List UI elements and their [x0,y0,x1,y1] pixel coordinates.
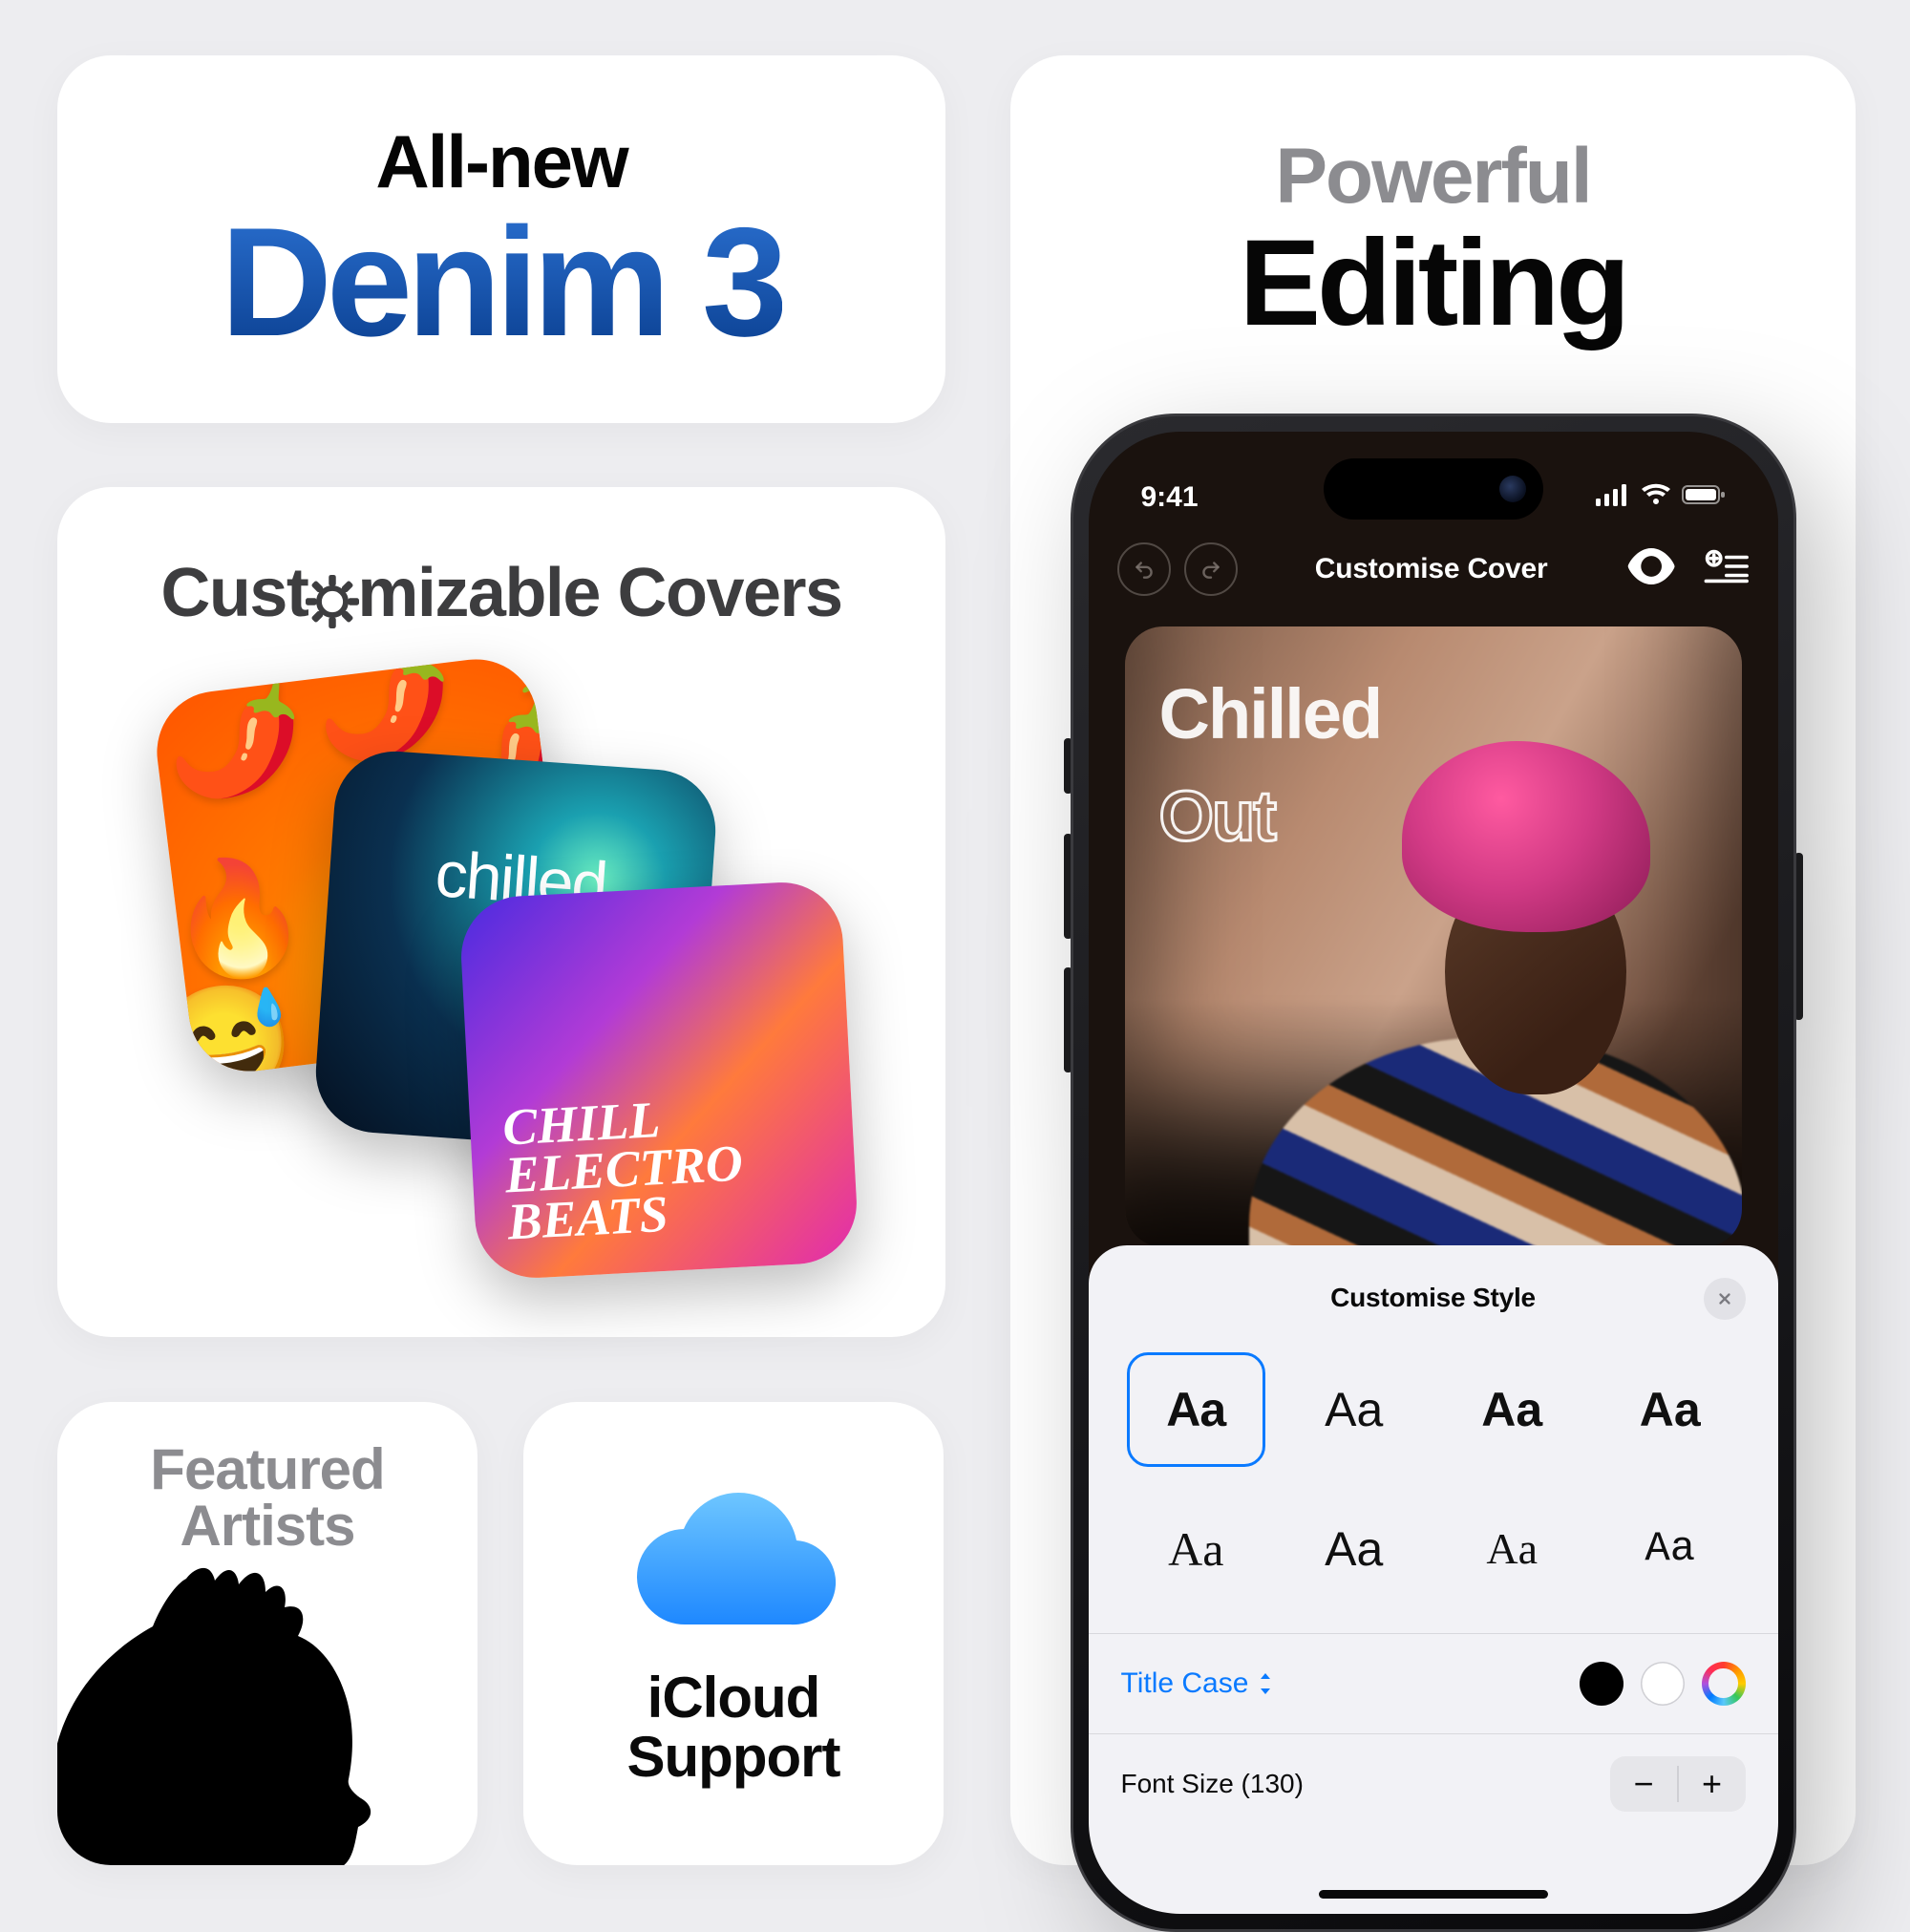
sheet-title: Customise Style [1330,1283,1536,1313]
font-option-4[interactable]: Aa [1601,1352,1740,1467]
preview-button[interactable] [1625,548,1677,589]
editor-nav-bar: Customise Cover [1089,531,1778,607]
case-label: Title Case [1121,1667,1249,1700]
phone-screen: 9:41 [1089,432,1778,1914]
editor-title: Customise Cover [1251,553,1612,585]
featured-artists-heading: Featured Artists [57,1442,478,1555]
undo-button[interactable] [1117,542,1171,596]
hero-card: All-new Denim 3 [57,55,945,423]
cover-thumbnail-3: CHILL ELECTRO BEATS [458,880,860,1281]
font-option-3[interactable]: Aa [1443,1352,1582,1467]
font-option-5[interactable]: Aa [1127,1492,1266,1606]
cover-preview[interactable]: Chilled Out [1125,626,1742,1247]
icloud-heading: iCloud Support [627,1668,840,1785]
font-option-6[interactable]: Aa [1284,1492,1424,1606]
add-layer-button[interactable] [1704,548,1750,589]
editing-card: Powerful Editing 9:41 [1010,55,1856,1865]
font-grid: Aa Aa Aa Aa Aa Aa Aa Aa [1121,1345,1746,1633]
artist-silhouette [57,1560,439,1865]
status-time: 9:41 [1141,481,1199,514]
close-button[interactable] [1704,1278,1746,1320]
covers-heading: Cust [57,554,945,632]
color-picker-button[interactable] [1702,1662,1746,1706]
cloud-icon [628,1481,838,1634]
phone-mockup: 9:41 [1071,414,1796,1865]
home-indicator[interactable] [1319,1890,1548,1899]
hero-title: Denim 3 [221,205,782,360]
cellular-icon [1596,481,1630,514]
status-bar: 9:41 [1089,432,1778,527]
customise-style-sheet: Customise Style Aa Aa Aa Aa Aa Aa [1089,1245,1778,1914]
featured-artists-card: Featured Artists [57,1402,478,1865]
hero-kicker: All-new [375,118,626,205]
covers-heading-pre: Cust [160,554,308,632]
font-option-7[interactable]: Aa [1443,1492,1582,1606]
wifi-icon [1642,481,1670,514]
battery-icon [1682,481,1726,514]
cover-stack: 🌶️ 🌶️ 🌶️ 🔥 🔥 😅 chilled out CHILL ELECTRO… [57,674,945,1305]
gear-icon [306,566,359,620]
font-option-1[interactable]: Aa [1127,1352,1266,1467]
color-swatch-white[interactable] [1641,1662,1685,1706]
font-size-stepper: − + [1610,1756,1746,1812]
stepper-decrement[interactable]: − [1610,1756,1677,1812]
editing-kicker: Powerful [1275,132,1590,222]
font-option-8[interactable]: Aa [1601,1492,1740,1606]
chevron-updown-icon [1258,1673,1273,1694]
covers-card: Cust [57,487,945,1337]
icloud-card: iCloud Support [523,1402,944,1865]
cover3-text: CHILL ELECTRO BEATS [501,1093,747,1247]
font-option-2[interactable]: Aa [1284,1352,1424,1467]
case-picker[interactable]: Title Case [1121,1667,1274,1700]
color-swatch-black[interactable] [1580,1662,1624,1706]
editing-title: Editing [1240,222,1627,347]
font-size-label: Font Size (130) [1121,1769,1304,1799]
stepper-increment[interactable]: + [1679,1756,1746,1812]
covers-heading-post: mizable Covers [357,554,841,632]
redo-button[interactable] [1184,542,1238,596]
cover-title-overlay: Chilled Out [1159,646,1382,884]
